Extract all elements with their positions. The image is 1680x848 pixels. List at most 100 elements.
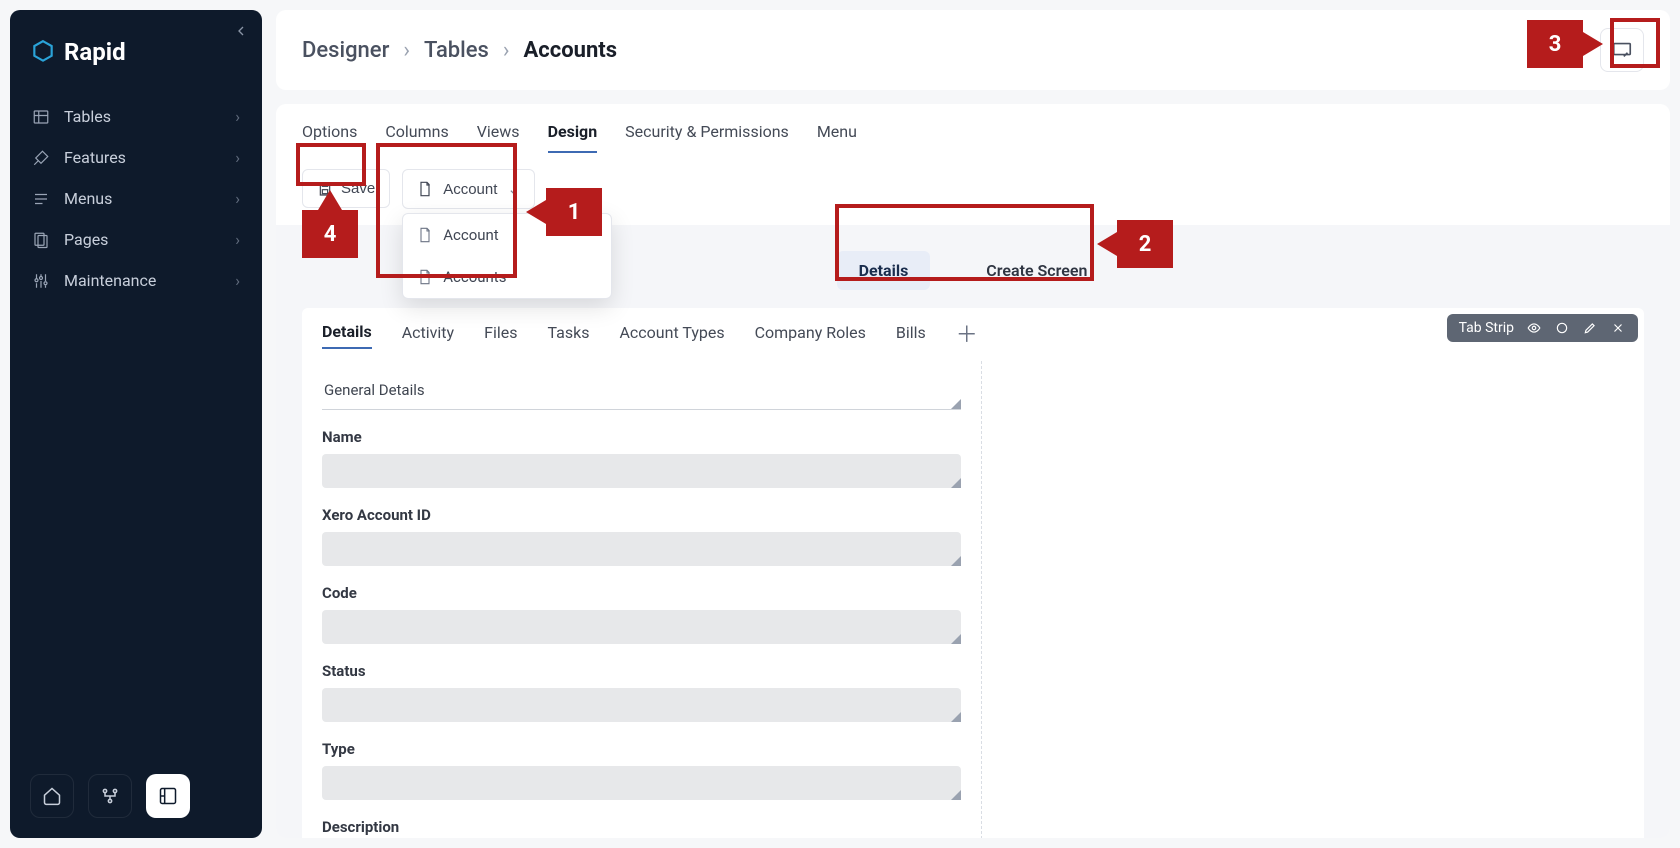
field-input[interactable] <box>322 532 961 566</box>
tab-security[interactable]: Security & Permissions <box>625 122 789 153</box>
panel-tabs: Details Activity Files Tasks Account Typ… <box>302 322 1644 361</box>
sidebar-item-label: Pages <box>64 230 108 249</box>
chevron-down-icon: ⌄ <box>507 180 520 198</box>
field-label: Code <box>322 584 961 602</box>
sidebar-collapse-button[interactable] <box>230 20 252 42</box>
panel-tab-company-roles[interactable]: Company Roles <box>755 323 866 348</box>
callout-2: 2 <box>1117 220 1173 268</box>
save-button[interactable]: Save <box>302 169 390 208</box>
home-button[interactable] <box>30 774 74 818</box>
sidebar-item-tables[interactable]: Tables › <box>10 96 262 137</box>
features-icon <box>32 149 50 167</box>
save-label: Save <box>341 180 375 197</box>
widget-chip-label: Tab Strip <box>1459 320 1514 336</box>
callout-1: 1 <box>546 188 602 236</box>
field-label: Type <box>322 740 961 758</box>
designer-icon <box>158 786 178 806</box>
design-canvas: Details Create Screen Tab Strip Details … <box>276 225 1670 838</box>
sidebar-item-features[interactable]: Features › <box>10 137 262 178</box>
document-icon <box>417 181 433 197</box>
sidebar-nav: Tables › Features › Menus › Pages › Main… <box>10 96 262 754</box>
panel-tab-bills[interactable]: Bills <box>896 323 926 348</box>
field-code[interactable]: Code <box>322 584 961 644</box>
breadcrumb-tables[interactable]: Tables <box>424 38 489 63</box>
field-input[interactable] <box>322 688 961 722</box>
edit-icon[interactable] <box>1582 320 1598 336</box>
chevron-right-icon: › <box>235 230 240 249</box>
panel-tab-files[interactable]: Files <box>484 323 517 348</box>
preview-button[interactable] <box>1600 28 1644 72</box>
dropdown-selected-label: Account <box>443 181 497 198</box>
chevron-right-icon: › <box>403 38 410 63</box>
tables-icon <box>32 108 50 126</box>
callout-3: 3 <box>1527 20 1583 68</box>
field-input[interactable] <box>322 610 961 644</box>
panel-tab-details[interactable]: Details <box>322 322 372 349</box>
sidebar-item-menus[interactable]: Menus › <box>10 178 262 219</box>
field-label: Xero Account ID <box>322 506 961 524</box>
brand-text: Rapid <box>64 38 126 66</box>
chevron-right-icon: › <box>503 38 510 63</box>
chevron-right-icon: › <box>235 107 240 126</box>
sidebar-item-label: Maintenance <box>64 271 156 290</box>
sidebar-bottom-tools <box>10 754 262 838</box>
hexagon-icon <box>30 39 56 65</box>
tab-menu[interactable]: Menu <box>817 122 857 153</box>
sidebar-item-maintenance[interactable]: Maintenance › <box>10 260 262 301</box>
field-status[interactable]: Status <box>322 662 961 722</box>
chevron-right-icon: › <box>235 189 240 208</box>
maintenance-icon <box>32 272 50 290</box>
top-tabs: Options Columns Views Design Security & … <box>276 104 1670 153</box>
menus-icon <box>32 190 50 208</box>
chevron-right-icon: › <box>235 148 240 167</box>
sidebar-item-label: Features <box>64 148 126 167</box>
document-icon <box>417 227 433 243</box>
breadcrumb-current: Accounts <box>524 38 618 63</box>
workflow-icon <box>100 786 120 806</box>
panel-column-left: General Details Name Xero Account ID Cod… <box>302 361 982 838</box>
profile-dropdown-button[interactable]: Account ⌄ <box>402 169 535 209</box>
document-icon <box>417 269 433 285</box>
sidebar-item-label: Tables <box>64 107 111 126</box>
panel-tab-activity[interactable]: Activity <box>402 323 454 348</box>
widget-chip-tabstrip: Tab Strip <box>1447 314 1638 342</box>
field-xero-account-id[interactable]: Xero Account ID <box>322 506 961 566</box>
breadcrumb-designer[interactable]: Designer <box>302 38 389 63</box>
sidebar-item-pages[interactable]: Pages › <box>10 219 262 260</box>
field-name[interactable]: Name <box>322 428 961 488</box>
screen-icon <box>1611 39 1633 61</box>
pages-icon <box>32 231 50 249</box>
segment-details[interactable]: Details <box>837 251 931 290</box>
field-label: Name <box>322 428 961 446</box>
close-icon[interactable] <box>1610 320 1626 336</box>
field-type[interactable]: Type <box>322 740 961 800</box>
brand-logo: Rapid <box>10 10 262 96</box>
tab-columns[interactable]: Columns <box>385 122 448 153</box>
breadcrumb-bar: Designer › Tables › Accounts <box>276 10 1670 90</box>
sidebar: Rapid Tables › Features › Menus › Pages … <box>10 10 262 838</box>
panel-tab-tasks[interactable]: Tasks <box>547 323 589 348</box>
design-toolbar: Save Account ⌄ Account <box>276 153 1670 209</box>
dropdown-item-accounts[interactable]: Accounts <box>403 256 611 298</box>
home-icon <box>42 786 62 806</box>
designer-button[interactable] <box>146 774 190 818</box>
sidebar-item-label: Menus <box>64 189 112 208</box>
panel-tab-account-types[interactable]: Account Types <box>619 323 724 348</box>
section-title[interactable]: General Details <box>322 371 961 410</box>
circle-icon[interactable] <box>1554 320 1570 336</box>
chevron-right-icon: › <box>235 271 240 290</box>
tab-design[interactable]: Design <box>548 122 598 153</box>
add-tab-button[interactable]: ＋ <box>956 325 978 347</box>
tab-views[interactable]: Views <box>477 122 520 153</box>
field-input[interactable] <box>322 454 961 488</box>
content-card: Options Columns Views Design Security & … <box>276 104 1670 838</box>
workflow-button[interactable] <box>88 774 132 818</box>
breadcrumb: Designer › Tables › Accounts <box>302 38 617 63</box>
tab-options[interactable]: Options <box>302 122 357 153</box>
field-input[interactable] <box>322 766 961 800</box>
segment-create-screen[interactable]: Create Screen <box>964 251 1109 290</box>
visibility-icon[interactable] <box>1526 320 1542 336</box>
callout-4: 4 <box>302 210 358 258</box>
field-description[interactable]: Description <box>322 818 961 836</box>
layout-panel: Tab Strip Details Activity Files Tasks A… <box>302 308 1644 838</box>
